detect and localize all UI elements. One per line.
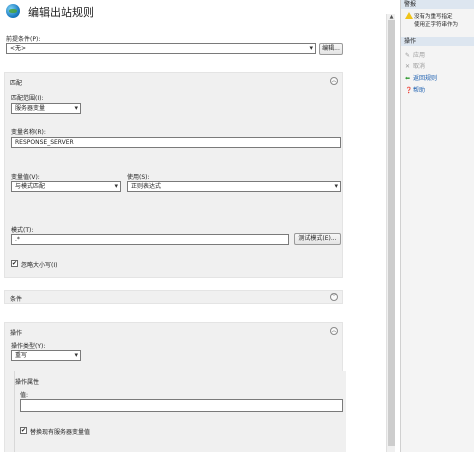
match-group: 匹配 ︿ 匹配范围(I): 服务器变量 变量名称(R): RESPONSE_SE… <box>4 72 343 278</box>
title-bar: 编辑出站规则 <box>0 0 385 26</box>
help-label: 帮助 <box>413 87 426 94</box>
pattern-label: 模式(T): <box>11 227 34 234</box>
apply-label: 应用 <box>413 52 426 59</box>
ignore-case-label: 忽略大小写(I) <box>21 262 58 269</box>
action-properties-title: 操作属性 <box>15 379 40 386</box>
var-name-label: 变量名称(R): <box>11 129 46 136</box>
rule-editor-panel: 编辑出站规则 前提条件(P): <无> 编辑... 匹配 ︿ 匹配范围(I): … <box>0 0 385 452</box>
help-action[interactable]: ❓帮助 <box>405 85 425 94</box>
expand-down-icon[interactable]: ﹀ <box>330 293 338 301</box>
cancel-icon: ✕ <box>405 63 411 70</box>
edit-precondition-button[interactable]: 编辑... <box>319 43 343 55</box>
action-group: 操作 ︿ 操作类型(Y): 重写 操作属性 值: ✔ 替换现有服务器变量值 <box>4 322 346 452</box>
cancel-label: 取消 <box>413 63 426 70</box>
var-name-input[interactable]: RESPONSE_SERVER <box>11 137 341 148</box>
using-label: 使用(S): <box>127 174 150 181</box>
scope-label: 匹配范围(I): <box>11 95 44 102</box>
action-type-select[interactable]: 重写 <box>11 350 81 361</box>
var-value-label: 变量值(V): <box>11 174 40 181</box>
value-input[interactable] <box>20 399 343 412</box>
actions-pane: 警报 没有为重写指定 使用正字符串作为 操作 ✎ 应用 ✕ 取消 ⬅ 返回规则 ❓帮助 <box>400 0 474 452</box>
action-group-title: 操作 <box>10 330 23 337</box>
precondition-label: 前提条件(P): <box>6 36 41 43</box>
value-label: 值: <box>20 392 29 399</box>
alert-line-2: 使用正字符串作为 <box>414 22 459 28</box>
warning-icon <box>405 12 413 19</box>
replace-existing-label: 替换现有服务器变量值 <box>30 429 91 436</box>
back-to-rules-action[interactable]: ⬅ 返回规则 <box>405 73 437 82</box>
cancel-action[interactable]: ✕ 取消 <box>405 61 425 70</box>
page-title: 编辑出站规则 <box>28 6 94 19</box>
alert-line-1: 没有为重写指定 <box>414 14 453 20</box>
main-scrollbar[interactable]: ▲ <box>386 14 395 452</box>
apply-action[interactable]: ✎ 应用 <box>405 50 425 59</box>
collapse-up-icon[interactable]: ︿ <box>330 77 338 85</box>
collapse-up-icon[interactable]: ︿ <box>330 327 338 335</box>
alerts-header: 警报 <box>401 0 474 9</box>
action-properties-group: 操作属性 值: ✔ 替换现有服务器变量值 <box>14 371 346 452</box>
scrollbar-thumb[interactable] <box>388 20 395 446</box>
action-type-label: 操作类型(Y): <box>11 343 46 350</box>
precondition-select[interactable]: <无> <box>6 43 316 54</box>
globe-icon <box>6 4 20 18</box>
pattern-input[interactable]: .* <box>11 234 289 245</box>
scope-select[interactable]: 服务器变量 <box>11 103 81 114</box>
var-value-select[interactable]: 与模式匹配 <box>11 181 121 192</box>
back-to-rules-label: 返回规则 <box>413 75 438 82</box>
back-arrow-icon: ⬅ <box>405 75 411 82</box>
ignore-case-checkbox[interactable]: ✔ <box>11 260 18 267</box>
test-pattern-button[interactable]: 测试模式(E)... <box>294 233 341 245</box>
using-select[interactable]: 正则表达式 <box>127 181 341 192</box>
replace-existing-checkbox[interactable]: ✔ <box>20 427 27 434</box>
help-icon: ❓ <box>405 87 413 94</box>
conditions-group[interactable]: 条件 ﹀ <box>4 290 343 304</box>
actions-header: 操作 <box>401 37 474 46</box>
match-group-title: 匹配 <box>10 80 23 87</box>
conditions-group-title: 条件 <box>10 296 23 303</box>
apply-icon: ✎ <box>405 52 411 59</box>
